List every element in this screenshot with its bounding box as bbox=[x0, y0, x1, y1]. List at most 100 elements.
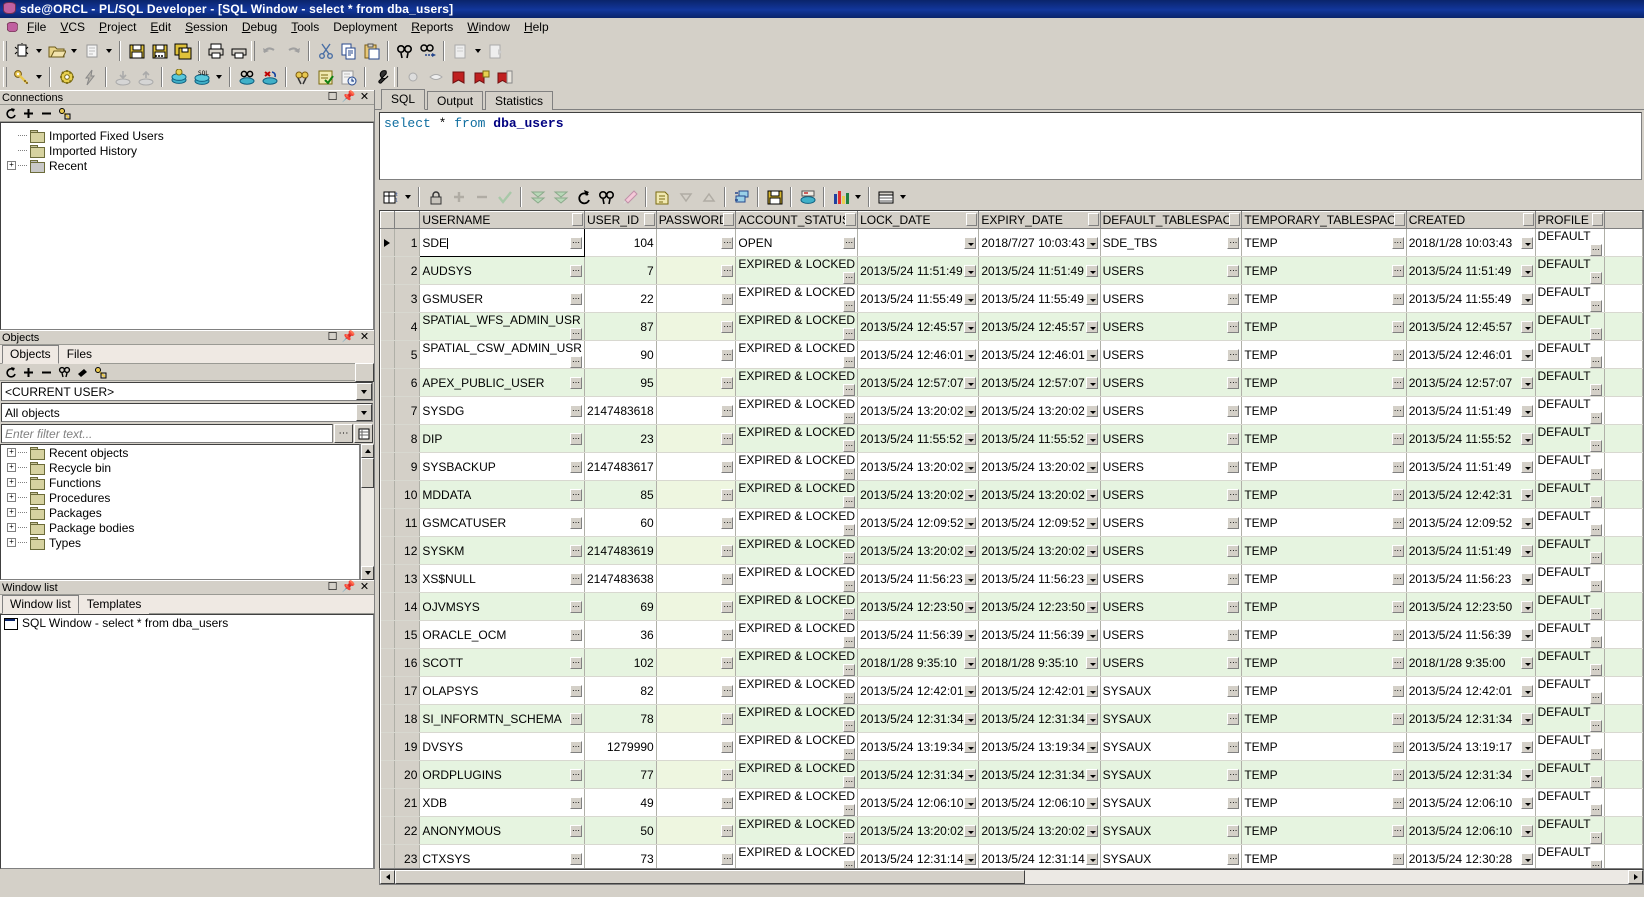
find-icon[interactable] bbox=[56, 365, 72, 380]
cell-lock-date[interactable] bbox=[857, 228, 980, 257]
row-number[interactable]: 19 bbox=[394, 732, 421, 761]
cell-editor-button[interactable]: ⋯ bbox=[1391, 404, 1404, 417]
cell-overflow[interactable] bbox=[1604, 228, 1643, 257]
row-marker[interactable] bbox=[380, 480, 395, 509]
scroll-right-arrow[interactable] bbox=[1628, 870, 1643, 884]
bookmark-stack-icon[interactable] bbox=[493, 66, 516, 88]
cell-editor-button[interactable]: ⋯ bbox=[1227, 460, 1240, 473]
close-icon[interactable]: ✕ bbox=[359, 582, 370, 593]
cell-editor-button[interactable]: ⋯ bbox=[569, 356, 582, 368]
cell-editor-button[interactable]: ⋯ bbox=[1227, 600, 1240, 613]
menu-item-file[interactable]: File bbox=[20, 18, 53, 37]
cell-temporary-tablespace[interactable]: TEMP ⋯ bbox=[1241, 368, 1407, 397]
cell-user-id[interactable]: 77 bbox=[584, 760, 657, 789]
row-number[interactable]: 7 bbox=[394, 396, 421, 425]
cell-profile[interactable]: DEFAULT ⋯ bbox=[1535, 844, 1605, 868]
row-number[interactable]: 9 bbox=[394, 452, 421, 481]
cell-dropdown-button[interactable] bbox=[1085, 600, 1098, 613]
cell-profile[interactable]: DEFAULT ⋯ bbox=[1535, 480, 1605, 509]
cell-dropdown-button[interactable] bbox=[1520, 348, 1533, 361]
print-preview-icon[interactable] bbox=[80, 40, 103, 62]
cell-dropdown-button[interactable] bbox=[1085, 292, 1098, 305]
cell-dropdown-button[interactable] bbox=[1520, 264, 1533, 277]
cell-created[interactable]: 2013/5/24 11:51:49 bbox=[1406, 256, 1536, 285]
cell-username[interactable]: ORACLE_OCM ⋯ bbox=[419, 620, 585, 649]
row-marker[interactable] bbox=[380, 816, 395, 845]
cell-editor-button[interactable]: ⋯ bbox=[569, 264, 582, 277]
object-type-select[interactable]: All objects bbox=[1, 403, 373, 422]
cell-user-id[interactable]: 104 bbox=[584, 228, 657, 257]
cell-expiry-date[interactable]: 2013/5/24 11:51:49 bbox=[978, 256, 1101, 285]
cell-editor-button[interactable]: ⋯ bbox=[1589, 272, 1602, 284]
cell-editor-button[interactable]: ⋯ bbox=[569, 432, 582, 445]
single-record-view-icon[interactable] bbox=[796, 186, 819, 208]
cell-editor-button[interactable]: ⋯ bbox=[721, 657, 734, 669]
scroll-thumb[interactable] bbox=[395, 870, 1025, 884]
cell-default-tablespace[interactable]: SYSAUX ⋯ bbox=[1100, 732, 1243, 761]
cell-editor-button[interactable]: ⋯ bbox=[843, 580, 856, 592]
cell-profile[interactable]: DEFAULT ⋯ bbox=[1535, 592, 1605, 621]
cell-editor-button[interactable]: ⋯ bbox=[721, 685, 734, 697]
cell-dropdown-button[interactable] bbox=[964, 376, 977, 389]
cell-dropdown-button[interactable] bbox=[964, 432, 977, 445]
cell-editor-button[interactable]: ⋯ bbox=[843, 272, 856, 284]
cell-editor-button[interactable]: ⋯ bbox=[1391, 796, 1404, 809]
cell-dropdown-button[interactable] bbox=[1520, 796, 1533, 809]
cell-dropdown-button[interactable] bbox=[1520, 516, 1533, 529]
table-row[interactable]: 16 SCOTT ⋯ 102 ⋯ EXPIRED & LOCKED ⋯ 2018/1/28 9… bbox=[380, 648, 1643, 677]
row-marker[interactable] bbox=[380, 676, 395, 705]
add-icon[interactable] bbox=[20, 365, 36, 380]
cell-editor-button[interactable]: ⋯ bbox=[1589, 804, 1602, 816]
pin-icon[interactable]: 📌 bbox=[342, 332, 356, 343]
cell-overflow[interactable] bbox=[1604, 536, 1643, 565]
cell-editor-button[interactable]: ⋯ bbox=[1391, 572, 1404, 585]
cell-username[interactable]: XS$NULL ⋯ bbox=[419, 564, 585, 593]
header-account-status[interactable]: ACCOUNT_STATUS bbox=[735, 211, 859, 229]
cell-user-id[interactable]: 2147483638 bbox=[584, 564, 657, 593]
new-dropdown-icon[interactable] bbox=[33, 40, 45, 62]
cell-dropdown-button[interactable] bbox=[964, 516, 977, 529]
cell-editor-button[interactable]: ⋯ bbox=[1391, 292, 1404, 305]
stop-session-icon[interactable] bbox=[258, 66, 281, 88]
menu-item-window[interactable]: Window bbox=[460, 18, 517, 37]
cell-expiry-date[interactable]: 2013/5/24 11:55:49 bbox=[978, 284, 1101, 313]
cell-overflow[interactable] bbox=[1604, 648, 1643, 677]
row-marker[interactable] bbox=[380, 396, 395, 425]
row-marker[interactable] bbox=[380, 340, 395, 369]
tree-item-package-bodies[interactable]: + Package bodies bbox=[1, 520, 359, 535]
row-number[interactable]: 6 bbox=[394, 368, 421, 397]
row-number[interactable]: 14 bbox=[394, 592, 421, 621]
cell-temporary-tablespace[interactable]: TEMP ⋯ bbox=[1241, 284, 1407, 313]
table-row[interactable]: 20 ORDPLUGINS ⋯ 77 ⋯ EXPIRED & LOCKED ⋯ 2013/5/… bbox=[380, 760, 1643, 789]
cell-username[interactable]: CTXSYS ⋯ bbox=[419, 844, 585, 868]
tree-item-recycle-bin[interactable]: + Recycle bin bbox=[1, 460, 359, 475]
cell-editor-button[interactable]: ⋯ bbox=[1391, 460, 1404, 473]
cell-dropdown-button[interactable] bbox=[1520, 376, 1533, 389]
cell-user-id[interactable]: 78 bbox=[584, 704, 657, 733]
cell-lock-date[interactable]: 2018/1/28 9:35:10 bbox=[857, 648, 980, 677]
cell-dropdown-button[interactable] bbox=[964, 404, 977, 417]
task-list-icon[interactable] bbox=[314, 66, 337, 88]
cell-temporary-tablespace[interactable]: TEMP ⋯ bbox=[1241, 648, 1407, 677]
menu-item-debug[interactable]: Debug bbox=[235, 18, 284, 37]
row-marker[interactable] bbox=[380, 732, 395, 761]
objects-tree-scrollbar[interactable] bbox=[360, 444, 374, 580]
cell-dropdown-button[interactable] bbox=[964, 460, 977, 473]
cell-profile[interactable]: DEFAULT ⋯ bbox=[1535, 788, 1605, 817]
cell-editor-button[interactable]: ⋯ bbox=[843, 552, 856, 564]
tab-window-list[interactable]: Window list bbox=[2, 595, 79, 614]
cell-default-tablespace[interactable]: USERS ⋯ bbox=[1100, 480, 1243, 509]
cell-default-tablespace[interactable]: USERS ⋯ bbox=[1100, 284, 1243, 313]
cell-account-status[interactable]: EXPIRED & LOCKED ⋯ bbox=[735, 760, 859, 789]
tree-item-recent-objects[interactable]: + Recent objects bbox=[1, 445, 359, 460]
table-row[interactable]: 7 SYSDG ⋯ 2147483618 ⋯ EXPIRED & LOCKED ⋯ 2013/… bbox=[380, 396, 1643, 425]
cell-expiry-date[interactable]: 2013/5/24 13:20:02 bbox=[978, 396, 1101, 425]
cell-editor-button[interactable]: ⋯ bbox=[1589, 356, 1602, 368]
cell-editor-button[interactable]: ⋯ bbox=[569, 488, 582, 501]
cell-editor-button[interactable]: ⋯ bbox=[1589, 636, 1602, 648]
cell-editor-button[interactable]: ⋯ bbox=[843, 832, 856, 844]
cell-dropdown-button[interactable] bbox=[964, 628, 977, 641]
report-dropdown-icon[interactable] bbox=[897, 186, 909, 208]
pin-icon[interactable]: 📌 bbox=[342, 92, 356, 103]
pin-icon[interactable]: 📌 bbox=[342, 582, 356, 593]
